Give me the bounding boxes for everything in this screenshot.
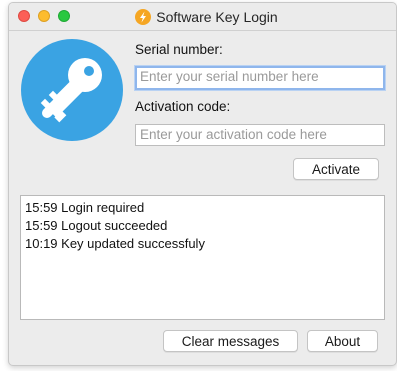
window-title: Software Key Login [156,8,278,25]
lightning-bolt-icon [135,8,152,25]
message-log[interactable]: 15:59 Login required 15:59 Logout succee… [20,195,385,320]
about-button[interactable]: About [307,330,378,352]
title-group: Software Key Login [9,3,396,30]
title-bar[interactable]: Software Key Login [9,3,396,31]
serial-number-input[interactable]: Enter your serial number here [135,66,385,90]
log-message: 10:19 Key updated successfuly [25,236,205,251]
activation-code-input[interactable]: Enter your activation code here [135,124,385,146]
log-message: 15:59 Logout succeeded [25,218,168,233]
log-message: 15:59 Login required [25,200,145,215]
login-window: Software Key Login Serial number: Enter … [8,2,397,366]
activation-code-label: Activation code: [135,99,231,114]
clear-messages-button[interactable]: Clear messages [163,330,298,352]
activate-button[interactable]: Activate [293,158,379,180]
serial-number-label: Serial number: [135,42,223,57]
key-icon [21,39,123,141]
